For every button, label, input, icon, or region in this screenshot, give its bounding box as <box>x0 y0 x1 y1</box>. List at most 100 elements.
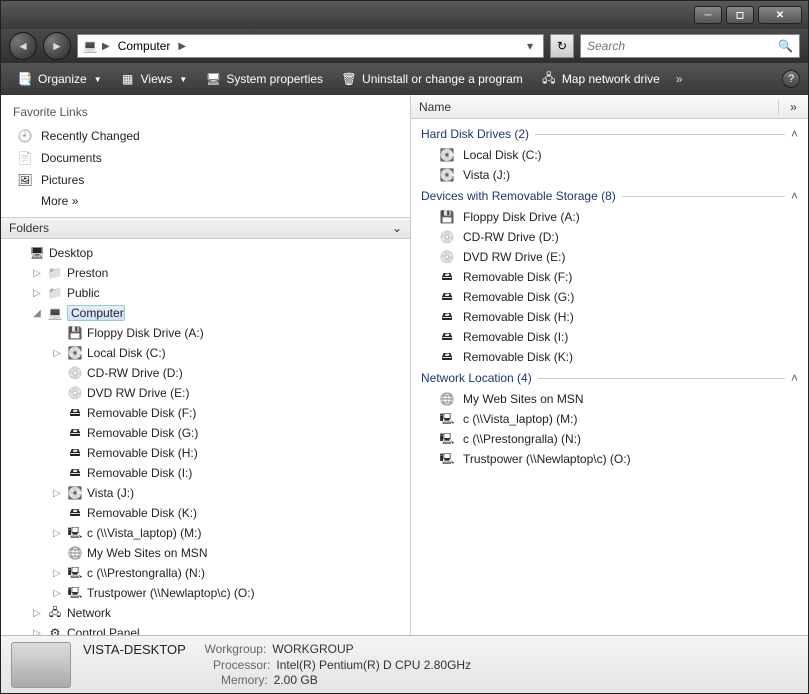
list-item[interactable]: DVD RW Drive (E:) <box>411 247 808 267</box>
column-header[interactable]: Name » <box>411 95 808 119</box>
tree-node[interactable]: CD-RW Drive (D:) <box>7 363 410 383</box>
list-item[interactable]: c (\\Prestongralla) (N:) <box>411 429 808 449</box>
computer-large-icon <box>11 642 71 688</box>
list-item[interactable]: Removable Disk (H:) <box>411 307 808 327</box>
favorite-link[interactable]: Recently Changed <box>13 125 398 147</box>
forward-button[interactable]: ► <box>43 32 71 60</box>
tree-node[interactable]: ▷Network <box>7 603 410 623</box>
tree-node[interactable]: ▷Control Panel <box>7 623 410 635</box>
tree-node[interactable]: Removable Disk (I:) <box>7 463 410 483</box>
chevron-up-icon[interactable]: ˄ <box>791 371 798 385</box>
tree-node[interactable]: Removable Disk (H:) <box>7 443 410 463</box>
tree-node[interactable]: Removable Disk (K:) <box>7 503 410 523</box>
close-button[interactable]: ✕ <box>758 6 802 24</box>
group-header[interactable]: Hard Disk Drives (2) ˄ <box>411 123 808 145</box>
favorites-header: Favorite Links <box>13 105 398 119</box>
tree-node[interactable]: ▷c (\\Vista_laptop) (M:) <box>7 523 410 543</box>
search-icon[interactable]: 🔍 <box>778 39 793 53</box>
tree-node[interactable]: ▷ Local Disk (C:) <box>7 343 410 363</box>
list-item[interactable]: c (\\Vista_laptop) (M:) <box>411 409 808 429</box>
tree-node[interactable]: Removable Disk (F:) <box>7 403 410 423</box>
system-properties-button[interactable]: 🖥 System properties <box>197 67 331 91</box>
group-title: Hard Disk Drives (2) <box>421 127 529 141</box>
search-box[interactable]: 🔍 <box>580 34 800 58</box>
cd-icon <box>67 385 83 401</box>
list-item[interactable]: Floppy Disk Drive (A:) <box>411 207 808 227</box>
refresh-button[interactable]: ↻ <box>550 34 574 58</box>
expand-icon[interactable]: ▷ <box>51 528 63 539</box>
views-label: Views <box>141 72 173 86</box>
list-item[interactable]: My Web Sites on MSN <box>411 389 808 409</box>
tree-node[interactable]: ▷Vista (J:) <box>7 483 410 503</box>
column-overflow[interactable]: » <box>778 100 808 114</box>
group-header[interactable]: Network Location (4)˄ <box>411 367 808 389</box>
network-drive-icon: 🖧 <box>541 71 557 87</box>
titlebar[interactable]: ─ ◻ ✕ <box>1 1 808 29</box>
column-name[interactable]: Name <box>419 100 778 114</box>
tree-label: Removable Disk (I:) <box>87 466 192 480</box>
list-item[interactable]: Removable Disk (G:) <box>411 287 808 307</box>
tree-label: Desktop <box>49 246 93 260</box>
favorites-more[interactable]: More » <box>13 191 398 211</box>
minimize-button[interactable]: ─ <box>694 6 722 24</box>
expand-icon[interactable]: ▷ <box>31 628 43 636</box>
favorite-link[interactable]: Pictures <box>13 169 398 191</box>
list-item[interactable]: Removable Disk (I:) <box>411 327 808 347</box>
chevron-up-icon[interactable]: ˄ <box>791 127 798 141</box>
expand-icon[interactable]: ▷ <box>31 608 43 619</box>
chevron-up-icon[interactable]: ˄ <box>791 189 798 203</box>
netdrive-icon <box>439 431 455 447</box>
uninstall-button[interactable]: 🗑 Uninstall or change a program <box>333 67 531 91</box>
help-button[interactable]: ? <box>782 70 800 88</box>
tree-node[interactable]: My Web Sites on MSN <box>7 543 410 563</box>
list-item[interactable]: Removable Disk (F:) <box>411 267 808 287</box>
netdrive-icon <box>439 451 455 467</box>
workgroup-label: Workgroup: <box>205 642 267 657</box>
cd-icon <box>67 365 83 381</box>
address-bar[interactable]: ▶ Computer ▶ ▾ <box>77 34 544 58</box>
list-item[interactable]: Vista (J:) <box>411 165 808 185</box>
expand-icon[interactable]: ▷ <box>51 588 63 599</box>
expand-icon[interactable]: ▷ <box>51 568 63 579</box>
back-button[interactable]: ◄ <box>9 32 37 60</box>
views-button[interactable]: ▦ Views ▼ <box>112 67 196 91</box>
tree-node[interactable]: ▷ Public <box>7 283 410 303</box>
tree-label: Local Disk (C:) <box>87 346 166 360</box>
breadcrumb-computer[interactable]: Computer <box>114 37 175 55</box>
expand-icon[interactable]: ▷ <box>51 348 63 359</box>
chevron-right-icon[interactable]: ▶ <box>102 41 110 52</box>
address-dropdown[interactable]: ▾ <box>521 39 539 53</box>
tree-node[interactable]: Floppy Disk Drive (A:) <box>7 323 410 343</box>
list-item[interactable]: Trustpower (\\Newlaptop\c) (O:) <box>411 449 808 469</box>
maximize-button[interactable]: ◻ <box>726 6 754 24</box>
expand-icon[interactable]: ▷ <box>31 268 43 279</box>
usb-icon <box>67 465 83 481</box>
tree-node[interactable]: ◢Computer <box>7 303 410 323</box>
organize-button[interactable]: 📑 Organize ▼ <box>9 67 110 91</box>
folders-header[interactable]: Folders ⌄ <box>1 217 410 239</box>
tree-node[interactable]: Desktop <box>7 243 410 263</box>
tree-node[interactable]: ▷Preston <box>7 263 410 283</box>
list-item[interactable]: CD-RW Drive (D:) <box>411 227 808 247</box>
chevron-right-icon[interactable]: ▶ <box>178 41 186 52</box>
list-item[interactable]: Local Disk (C:) <box>411 145 808 165</box>
tree-node[interactable]: DVD RW Drive (E:) <box>7 383 410 403</box>
cp-icon <box>47 625 63 635</box>
item-label: Removable Disk (F:) <box>463 270 572 284</box>
favorite-link[interactable]: Documents <box>13 147 398 169</box>
folder-tree[interactable]: Desktop▷Preston▷Public◢ComputerFloppy Di… <box>1 239 410 635</box>
toolbar-overflow[interactable]: » <box>670 72 689 86</box>
tree-node[interactable]: Removable Disk (G:) <box>7 423 410 443</box>
expand-icon[interactable]: ◢ <box>31 308 43 319</box>
search-input[interactable] <box>587 39 778 53</box>
list-item[interactable]: Removable Disk (K:) <box>411 347 808 367</box>
expand-icon[interactable]: ▷ <box>31 288 43 299</box>
favorite-label: Documents <box>41 151 102 165</box>
group-header[interactable]: Devices with Removable Storage (8)˄ <box>411 185 808 207</box>
map-drive-button[interactable]: 🖧 Map network drive <box>533 67 668 91</box>
tree-node[interactable]: ▷Trustpower (\\Newlaptop\c) (O:) <box>7 583 410 603</box>
expand-icon[interactable]: ▷ <box>51 488 63 499</box>
tree-node[interactable]: ▷c (\\Prestongralla) (N:) <box>7 563 410 583</box>
tree-label: Removable Disk (K:) <box>87 506 197 520</box>
tree-label: Public <box>67 286 100 300</box>
